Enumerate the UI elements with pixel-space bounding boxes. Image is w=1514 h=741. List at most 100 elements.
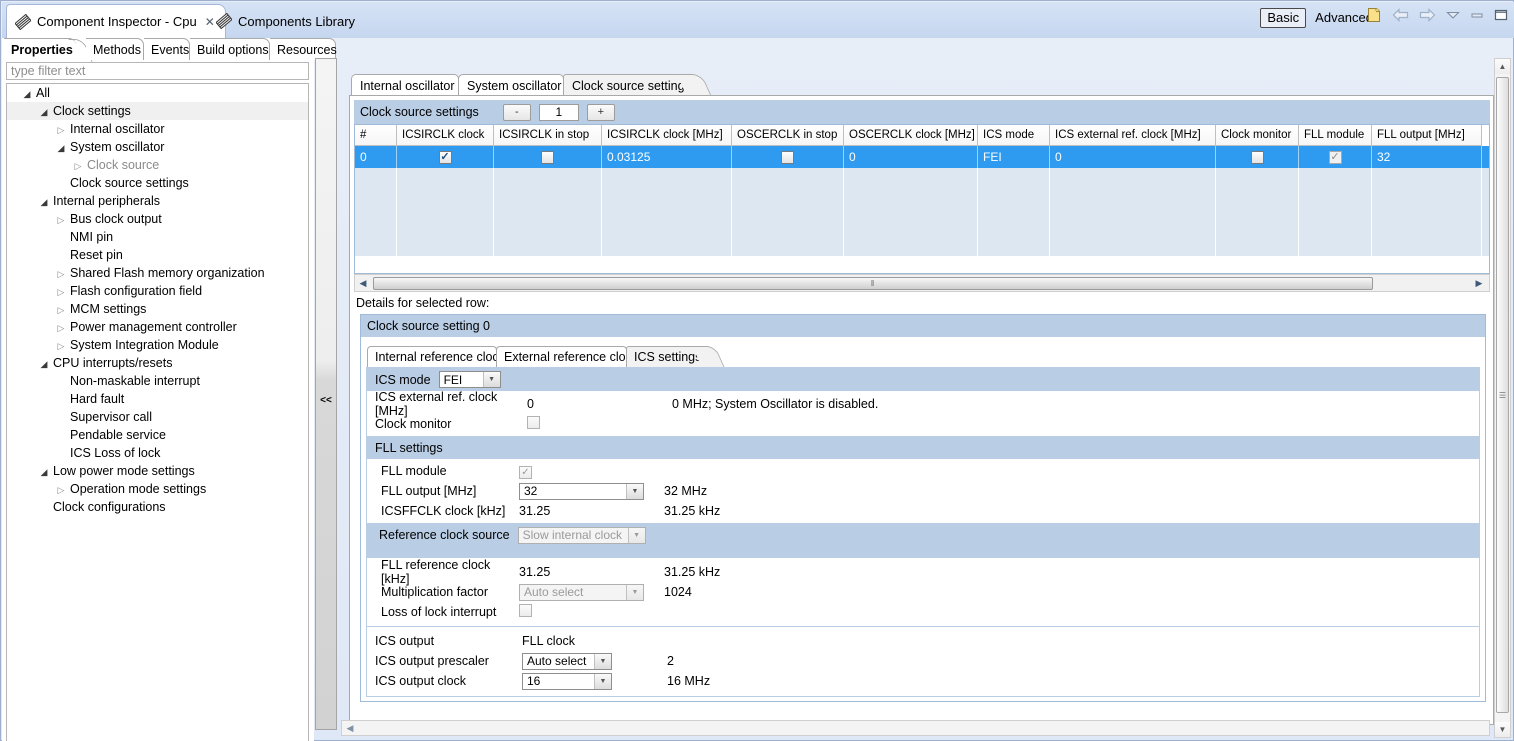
expand-arrow-icon[interactable]: ◢ <box>38 193 50 211</box>
component-tree[interactable]: ◢ All ◢ Clock settings ▷ Internal oscillator ◢… <box>6 83 309 741</box>
back-arrow-icon[interactable] <box>1392 8 1409 24</box>
table-cell-fll-module[interactable] <box>1299 146 1372 168</box>
maximize-icon[interactable] <box>1494 9 1508 23</box>
minimize-icon[interactable] <box>1470 10 1484 22</box>
tree-item-internal-peripherals[interactable]: ◢ Internal peripherals <box>7 192 308 210</box>
column-header-icsirclk-clock-mhz[interactable]: ICSIRCLK clock [MHz] <box>602 125 732 146</box>
new-note-icon[interactable] <box>1366 7 1382 25</box>
collapse-arrow-icon[interactable]: ▷ <box>55 337 67 355</box>
column-header-fll-output-mhz[interactable]: FLL output [MHz] <box>1372 125 1482 146</box>
table-cell-[interactable]: 0 <box>355 146 397 168</box>
add-row-button[interactable]: + <box>586 103 615 121</box>
table-cell-icsirclk-in-stop[interactable] <box>494 146 602 168</box>
collapse-arrow-icon[interactable]: ▷ <box>55 301 67 319</box>
checkbox[interactable] <box>438 150 452 164</box>
scroll-left-icon[interactable]: ◀ <box>355 278 371 289</box>
tree-item-clock-settings[interactable]: ◢ Clock settings <box>7 102 308 120</box>
table-cell-icsirclk-clock[interactable] <box>397 146 494 168</box>
table-row-empty[interactable] <box>355 212 1489 234</box>
combo-fll-output-mhz[interactable]: 32 ▼ <box>519 482 644 500</box>
settings-tab-internal-oscillator[interactable]: Internal oscillator <box>351 74 459 96</box>
table-cell-icsirclk-clock-mhz[interactable]: 0.03125 <box>602 146 732 168</box>
table-cell-ics-mode[interactable]: FEI <box>978 146 1050 168</box>
tree-item-clock-configurations[interactable]: Clock configurations <box>7 498 308 516</box>
table-cell-clock-monitor[interactable] <box>1216 146 1299 168</box>
forward-arrow-icon[interactable] <box>1419 8 1436 24</box>
tree-item-cpu-interrupts-resets[interactable]: ◢ CPU interrupts/resets <box>7 354 308 372</box>
detail-tab-external-reference-clock[interactable]: External reference clock <box>496 346 638 367</box>
column-header-clock-monitor[interactable]: Clock monitor <box>1216 125 1299 146</box>
main-horizontal-scrollbar[interactable]: ◀ <box>341 720 1490 736</box>
field-value-loss-of-lock-interrupt[interactable] <box>519 604 664 620</box>
column-header-oscerclk-clock-mhz[interactable]: OSCERCLK clock [MHz] <box>844 125 978 146</box>
editor-tab-component-inspector[interactable]: Component Inspector - Cpu ✕ <box>6 4 226 38</box>
field-value-clock-monitor[interactable] <box>527 416 672 432</box>
tree-item-mcm-settings[interactable]: ▷ MCM settings <box>7 300 308 318</box>
tree-item-bus-clock-output[interactable]: ▷ Bus clock output <box>7 210 308 228</box>
checkbox[interactable] <box>527 416 540 429</box>
tree-item-system-oscillator[interactable]: ◢ System oscillator <box>7 138 308 156</box>
tab-resources[interactable]: Resources <box>270 38 337 60</box>
tree-item-all[interactable]: ◢ All <box>7 84 308 102</box>
tree-item-internal-oscillator[interactable]: ▷ Internal oscillator <box>7 120 308 138</box>
combo-ics-output-clock[interactable]: 16 ▼ <box>522 672 612 690</box>
field-value-fll-module[interactable] <box>519 464 664 479</box>
tab-properties[interactable]: Properties <box>4 38 76 60</box>
tree-item-pendable-service[interactable]: Pendable service <box>7 426 308 444</box>
ics-mode-combo[interactable]: FEI ▼ <box>438 371 501 388</box>
tab-methods[interactable]: Methods <box>86 38 144 60</box>
vertical-scrollbar-thumb[interactable]: ☰ <box>1496 77 1509 713</box>
table-scrollbar-thumb[interactable]: ‖ <box>373 276 1373 290</box>
expand-arrow-icon[interactable]: ◢ <box>38 103 50 121</box>
collapse-arrow-icon[interactable]: ▷ <box>55 319 67 337</box>
tree-item-power-management-controller[interactable]: ▷ Power management controller <box>7 318 308 336</box>
settings-tab-clock-source-settings[interactable]: Clock source settings <box>563 74 691 96</box>
detail-tab-ics-settings[interactable]: ICS settings <box>626 346 703 367</box>
checkbox[interactable] <box>1250 150 1264 164</box>
mode-basic-button[interactable]: Basic <box>1260 8 1307 28</box>
filter-input[interactable]: type filter text <box>6 62 309 80</box>
column-header-ics-mode[interactable]: ICS mode <box>978 125 1050 146</box>
collapse-arrow-icon[interactable]: ▷ <box>55 121 67 139</box>
tree-item-nmi-pin[interactable]: NMI pin <box>7 228 308 246</box>
reference-clock-source-combo[interactable]: Slow internal clock ▼ <box>517 526 646 544</box>
checkbox[interactable] <box>519 465 532 479</box>
expand-arrow-icon[interactable]: ◢ <box>21 85 33 103</box>
column-header-oscerclk-in-stop[interactable]: OSCERCLK in stop <box>732 125 844 146</box>
scroll-down-icon[interactable]: ▼ <box>1495 722 1510 737</box>
tree-item-system-integration-module[interactable]: ▷ System Integration Module <box>7 336 308 354</box>
tree-item-ics-loss-of-lock[interactable]: ICS Loss of lock <box>7 444 308 462</box>
collapse-arrow-icon[interactable]: ▷ <box>55 481 67 499</box>
table-cell-oscerclk-clock-mhz[interactable]: 0 <box>844 146 978 168</box>
scroll-left-icon[interactable]: ◀ <box>342 723 358 734</box>
collapse-left-panel-handle[interactable]: << <box>315 58 337 730</box>
field-value-fll-output-mhz[interactable]: 32 ▼ <box>519 482 664 500</box>
tree-item-clock-source[interactable]: ▷ Clock source <box>7 156 308 174</box>
tree-item-operation-mode-settings[interactable]: ▷ Operation mode settings <box>7 480 308 498</box>
table-horizontal-scrollbar[interactable]: ◀ ‖ ▶ <box>354 274 1490 292</box>
collapse-arrow-icon[interactable]: ▷ <box>72 157 84 175</box>
expand-arrow-icon[interactable]: ◢ <box>38 355 50 373</box>
expand-arrow-icon[interactable]: ◢ <box>38 463 50 481</box>
table-row-empty[interactable] <box>355 190 1489 212</box>
table-cell-ics-external-ref-clock-mhz[interactable]: 0 <box>1050 146 1216 168</box>
field-value-ics-output-clock[interactable]: 16 ▼ <box>522 672 667 690</box>
column-header-ics-external-ref-clock-mhz[interactable]: ICS external ref. clock [MHz] <box>1050 125 1216 146</box>
editor-tab-components-library[interactable]: Components Library <box>208 4 365 38</box>
column-header-[interactable]: # <box>355 125 397 146</box>
combo-multiplication-factor[interactable]: Auto select ▼ <box>519 583 644 601</box>
expand-arrow-icon[interactable]: ◢ <box>55 139 67 157</box>
tree-item-shared-flash-memory-organization[interactable]: ▷ Shared Flash memory organization <box>7 264 308 282</box>
table-row[interactable]: 00.031250FEI032 <box>355 146 1489 168</box>
table-row-empty[interactable] <box>355 168 1489 190</box>
column-header-icsirclk-in-stop[interactable]: ICSIRCLK in stop <box>494 125 602 146</box>
collapse-arrow-icon[interactable]: ▷ <box>55 265 67 283</box>
checkbox[interactable] <box>519 604 532 617</box>
tree-item-reset-pin[interactable]: Reset pin <box>7 246 308 264</box>
clock-source-settings-table[interactable]: # ICSIRCLK clock ICSIRCLK in stop ICSIRCLK … <box>354 124 1490 274</box>
detail-tab-internal-reference-clock[interactable]: Internal reference clock <box>367 346 505 367</box>
checkbox[interactable] <box>1328 150 1342 164</box>
row-count-input[interactable]: 1 <box>538 103 579 121</box>
tree-item-supervisor-call[interactable]: Supervisor call <box>7 408 308 426</box>
column-header-fll-module[interactable]: FLL module <box>1299 125 1372 146</box>
